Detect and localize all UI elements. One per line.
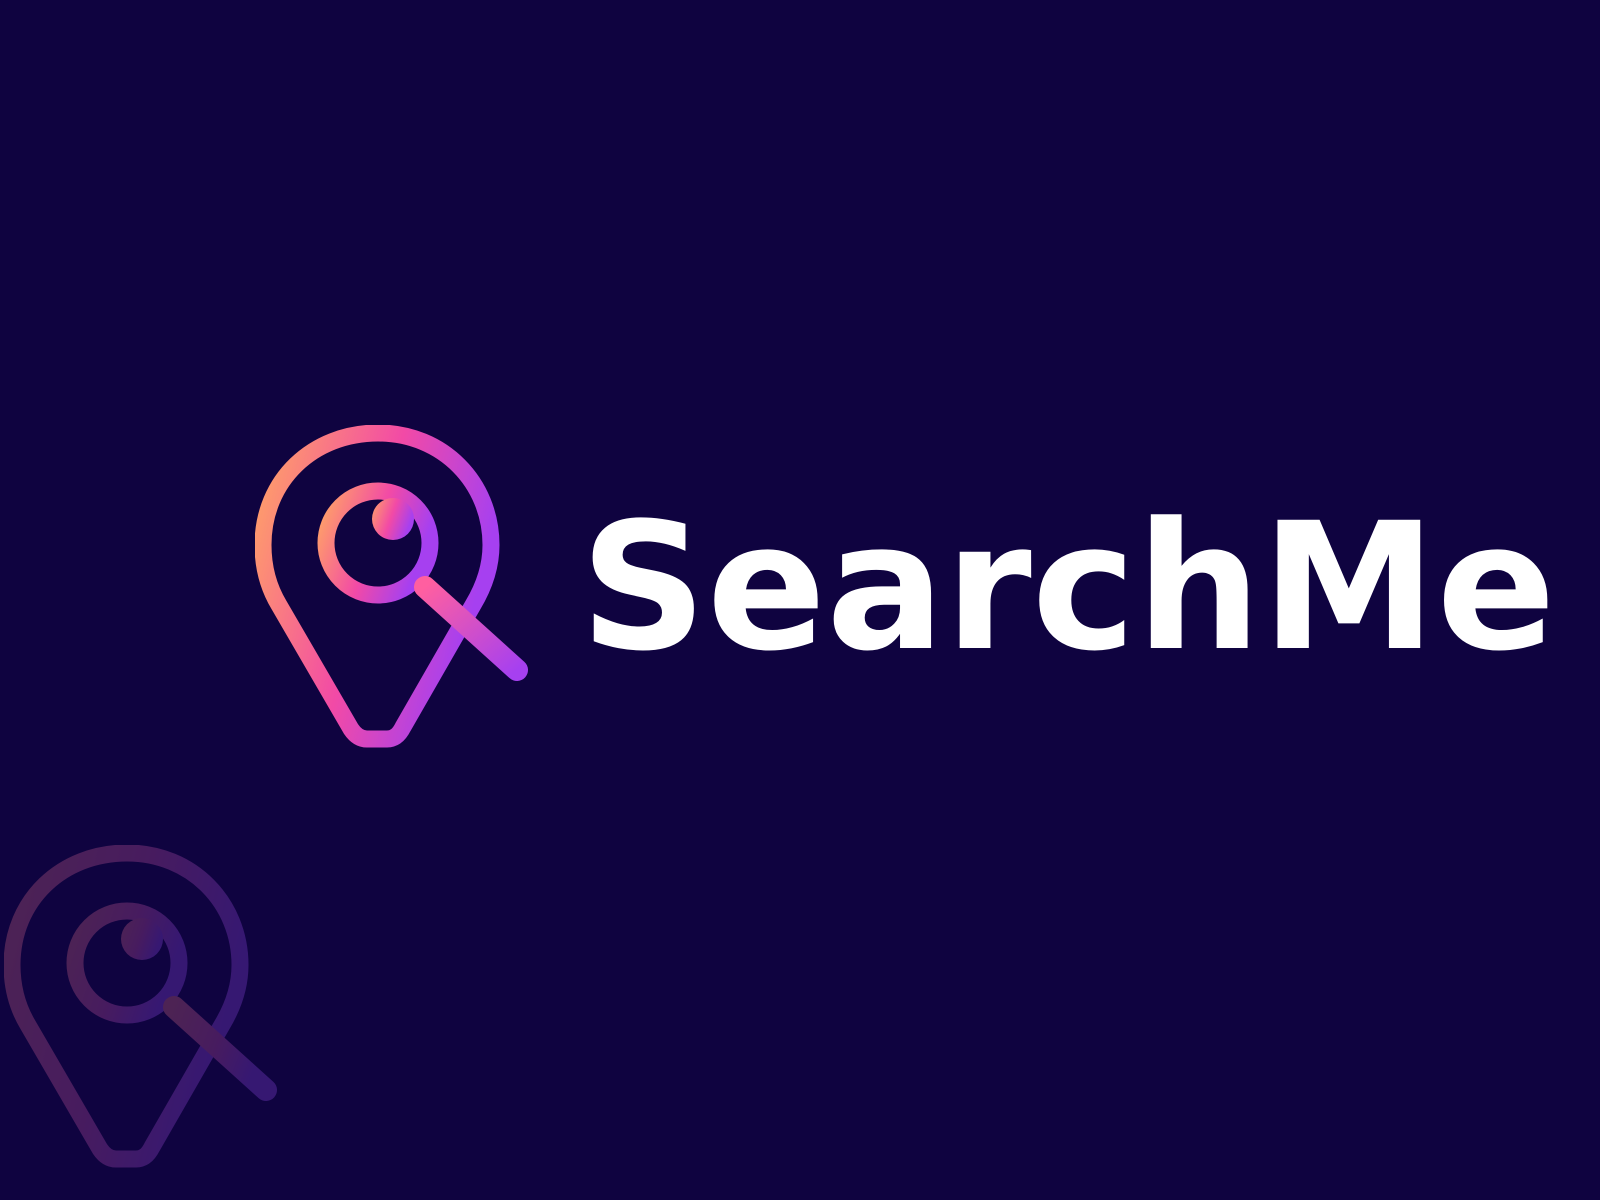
map-pin-magnifier-icon [255, 425, 528, 748]
logo-mark [255, 425, 555, 765]
watermark-logo [4, 845, 304, 1185]
brand-wordmark: SearchMe [580, 485, 1556, 690]
map-pin-magnifier-icon [4, 845, 277, 1168]
